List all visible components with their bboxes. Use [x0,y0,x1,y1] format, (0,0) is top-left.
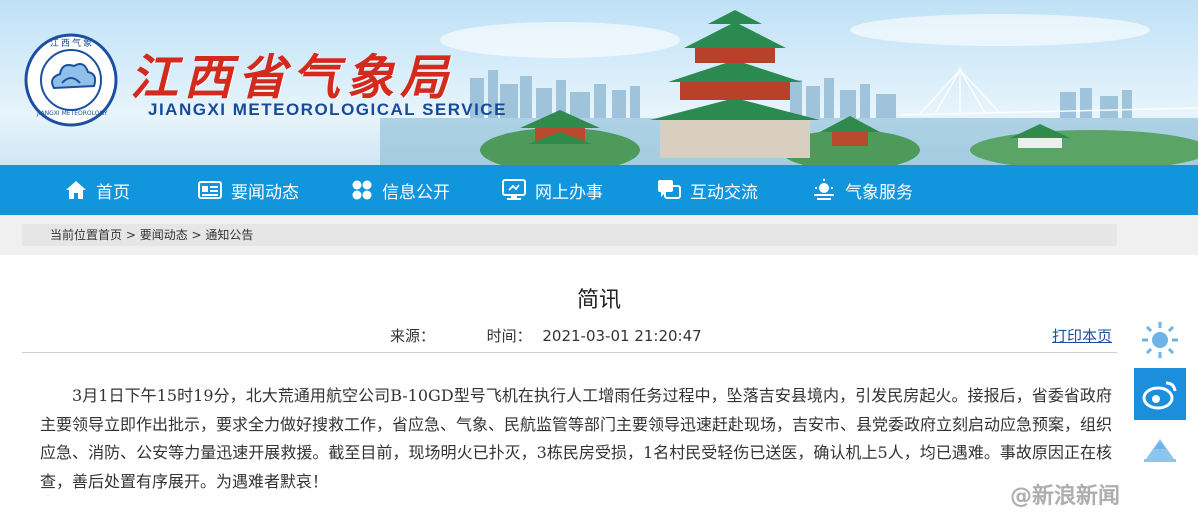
nav-item-weather-service[interactable]: 气象服务 [812,165,913,215]
chat-icon [658,180,681,199]
source-label: 来源： [390,327,436,345]
brand-title-cn: 江西省气象局 [130,50,455,106]
brand-title-en: JIANGXI METEOROLOGICAL SERVICE [148,100,507,119]
divider [22,352,1117,353]
article-title: 简讯 [576,288,621,313]
weibo-icon [1142,381,1177,410]
nav-item-interaction[interactable]: 互动交流 [657,165,758,215]
nav-item-label: 信息公开 [382,182,450,203]
nav-item-info[interactable]: 信息公开 [351,165,450,215]
nav-item-news[interactable]: 要闻动态 [198,165,299,215]
article-body: 3月1日下午15时19分，北大荒通用航空公司B-10GD型号飞机在执行人工增雨任… [40,386,1113,491]
breadcrumb-bar: 当前位置首页 > 要闻动态 > 通知公告 [0,215,1198,255]
breadcrumb-prefix: 当前位置 [50,228,99,242]
article-meta: 来源： 时间： 2021-03-01 21:20:47 [390,325,708,346]
sun-icon [1142,322,1178,358]
nav-item-label: 网上办事 [535,182,603,203]
home-icon [66,181,86,199]
logo-bottom-text: JIANGXI METEOROLOGY [37,110,108,117]
nav-item-label: 要闻动态 [231,182,299,203]
nav-item-label: 首页 [96,182,130,203]
breadcrumb: 当前位置首页 > 要闻动态 > 通知公告 [22,224,1117,246]
header-banner: 江西气象 JIANGXI METEOROLOGY 江西省气象局 JIANGXI … [0,0,1198,165]
mountain-icon [1144,439,1176,462]
print-page-link[interactable]: 打印本页 [1052,325,1112,346]
nav-item-online-service[interactable]: 网上办事 [502,165,603,215]
time-label: 时间： [486,327,532,345]
nav-item-label: 气象服务 [845,182,913,203]
main-nav: 首页 要闻动态 信息公开 网上办事 互动交流 气象服务 [0,165,1198,215]
breadcrumb-item-notices[interactable]: 通知公告 [205,228,253,242]
weather-icon [814,179,834,200]
grid-icon [352,180,372,200]
time-value: 2021-03-01 21:20:47 [542,327,702,345]
breadcrumb-separator: > [122,228,140,242]
breadcrumb-item-news[interactable]: 要闻动态 [140,228,188,242]
breadcrumb-item-home[interactable]: 首页 [98,228,122,242]
side-widget-scenery[interactable] [1134,420,1186,472]
nav-item-home[interactable]: 首页 [65,165,130,215]
side-widget-weibo[interactable] [1134,368,1186,420]
nav-item-label: 互动交流 [690,182,758,203]
side-widget-weather[interactable] [1134,314,1186,366]
logo-top-text: 江西气象 [50,39,95,49]
breadcrumb-separator: > [187,228,206,242]
watermark: @新浪新闻 [1010,484,1121,509]
news-icon [198,181,222,199]
monitor-icon [502,179,526,200]
